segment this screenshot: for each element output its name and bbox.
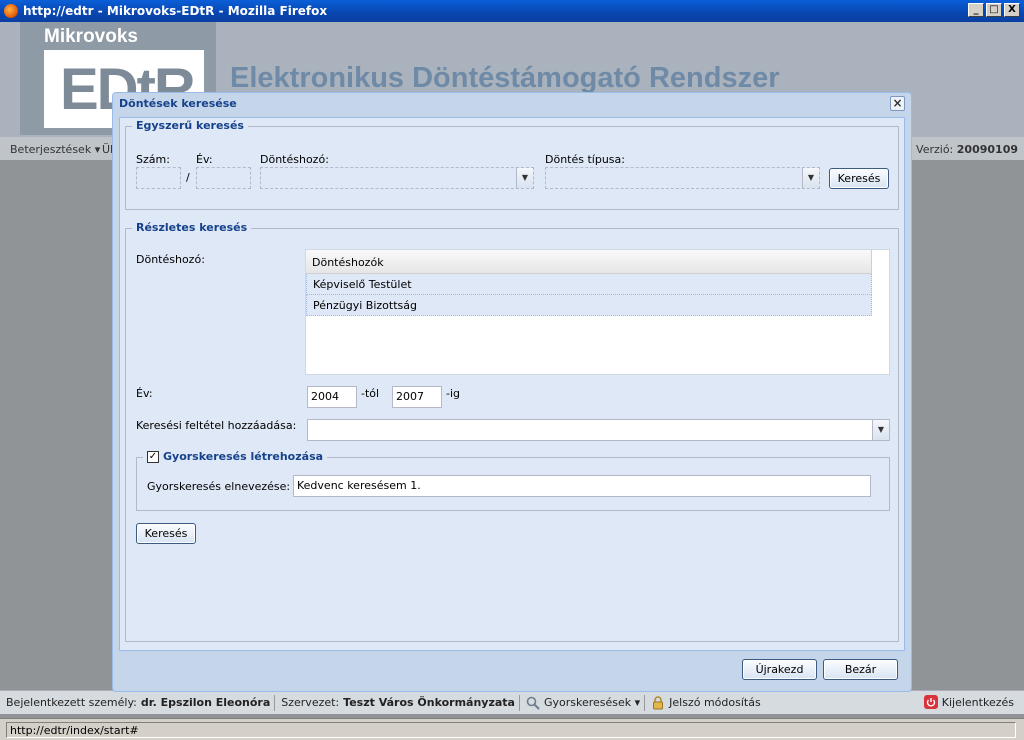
detailed-search-button[interactable]: Keresés xyxy=(136,523,196,544)
detailed-search-legend: Részletes keresés xyxy=(132,221,252,234)
szam-input[interactable] xyxy=(136,167,181,189)
simple-search-legend: Egyszerű keresés xyxy=(132,119,248,132)
close-button[interactable]: Bezár xyxy=(823,659,898,680)
year-from-input[interactable]: 2004 xyxy=(307,386,357,408)
quick-search-legend-text: Gyorskeresés létrehozása xyxy=(163,450,324,463)
donteshozok-grid: Döntéshozók Képviselő Testület Pénzügyi … xyxy=(305,249,890,375)
donteshozo-combo[interactable]: ▼ xyxy=(260,167,534,189)
quick-name-input[interactable]: Kedvenc keresésem 1. xyxy=(293,475,871,497)
dialog-body: Egyszerű keresés Szám: Év: Döntéshozó: D… xyxy=(119,117,905,651)
magnifier-icon xyxy=(526,696,540,710)
add-condition-label: Keresési feltétel hozzáadása: xyxy=(136,419,297,432)
user-label: Bejelentkezett személy: xyxy=(6,696,137,709)
user-value: dr. Epszilon Eleonóra xyxy=(140,696,271,709)
quick-name-label: Gyorskeresés elnevezése: xyxy=(147,480,291,493)
ev-label: Év: xyxy=(196,153,213,166)
chevron-down-icon[interactable]: ▼ xyxy=(802,168,819,188)
dontes-tipus-label: Döntés típusa: xyxy=(545,153,625,166)
password-label: Jelszó módosítás xyxy=(669,696,761,709)
chevron-down-icon[interactable]: ▼ xyxy=(516,168,533,188)
grid-row-penzugyi[interactable]: Pénzügyi Bizottság xyxy=(306,295,872,316)
minimize-button[interactable]: _ xyxy=(968,3,984,17)
simple-search-group: Egyszerű keresés Szám: Év: Döntéshozó: D… xyxy=(125,119,899,210)
grid-header[interactable]: Döntéshozók xyxy=(306,250,872,274)
to-suffix: -ig xyxy=(446,387,461,400)
maximize-button[interactable]: □ xyxy=(986,3,1002,17)
simple-search-button[interactable]: Keresés xyxy=(829,168,889,189)
lock-icon xyxy=(653,695,664,709)
browser-titlebar: http://edtr - Mikrovoks-EDtR - Mozilla F… xyxy=(0,0,1024,22)
szam-label: Szám: xyxy=(136,153,170,166)
search-dialog: Döntések keresése × Egyszerű keresés Szá… xyxy=(112,92,912,692)
ev-label: Év: xyxy=(136,387,153,400)
window-close-button[interactable]: X xyxy=(1004,3,1020,17)
quick-search-legend: ✓ Gyorskeresés létrehozása xyxy=(143,450,328,463)
quick-search-menu[interactable]: Gyorskeresések ▾ xyxy=(520,696,644,710)
browser-content: Mikrovoks EDtR Elektronikus Döntéstámoga… xyxy=(0,22,1024,718)
password-change-link[interactable]: Jelszó módosítás xyxy=(645,695,765,710)
app-footer: Bejelentkezett személy: dr. Epszilon Ele… xyxy=(0,690,1024,714)
quick-search-checkbox[interactable]: ✓ xyxy=(147,450,159,463)
donteshozo-label: Döntéshozó: xyxy=(260,153,329,166)
add-condition-combo[interactable]: ▼ xyxy=(307,419,890,441)
browser-statusbar: http://edtr/index/start# xyxy=(0,718,1024,740)
power-icon xyxy=(923,695,938,709)
logout-link[interactable]: Kijelentkezés xyxy=(923,695,1014,709)
window-controls: _ □ X xyxy=(968,3,1020,17)
year-to-input[interactable]: 2007 xyxy=(392,386,442,408)
quick-search-group: ✓ Gyorskeresés létrehozása Gyorskeresés … xyxy=(136,450,890,511)
dialog-title: Döntések keresése xyxy=(119,97,237,110)
status-url: http://edtr/index/start# xyxy=(6,722,1016,738)
quick-search-label: Gyorskeresések ▾ xyxy=(543,696,641,709)
dontes-tipus-combo[interactable]: ▼ xyxy=(545,167,820,189)
firefox-icon xyxy=(4,4,18,18)
logout-label: Kijelentkezés xyxy=(941,695,1014,709)
browser-title: http://edtr - Mikrovoks-EDtR - Mozilla F… xyxy=(23,4,328,18)
org-value: Teszt Város Önkormányzata xyxy=(343,696,515,709)
ev-input[interactable] xyxy=(196,167,251,189)
dialog-header: Döntések keresése × xyxy=(113,93,911,115)
dialog-close-icon[interactable]: × xyxy=(890,96,905,111)
from-suffix: -tól xyxy=(361,387,380,400)
org-info: Szervezet: Teszt Város Önkormányzata xyxy=(275,696,519,709)
org-label: Szervezet: xyxy=(281,696,340,709)
slash-separator: / xyxy=(186,171,190,184)
grid-row-kepviselo[interactable]: Képviselő Testület xyxy=(306,274,872,295)
user-info: Bejelentkezett személy: dr. Epszilon Ele… xyxy=(0,696,274,709)
reset-button[interactable]: Újrakezd xyxy=(742,659,817,680)
donteshozo-label: Döntéshozó: xyxy=(136,253,205,266)
chevron-down-icon[interactable]: ▼ xyxy=(872,420,889,440)
